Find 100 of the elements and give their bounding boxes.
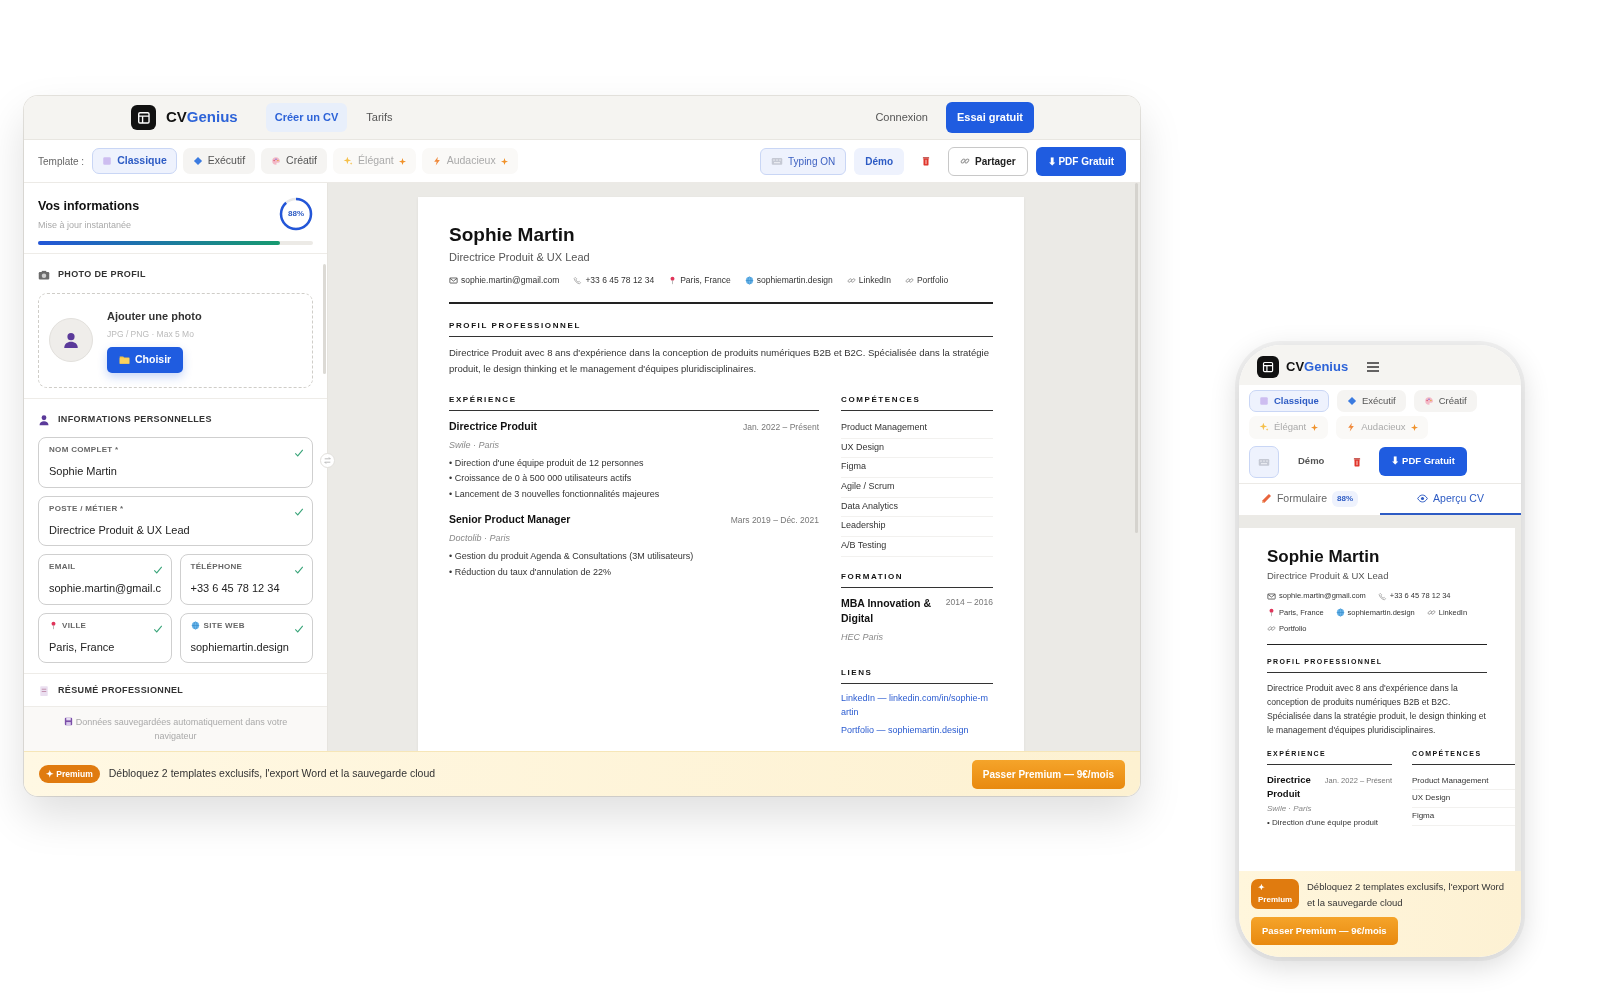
template-chip[interactable]: Exécutif: [182, 148, 256, 174]
job-title: Senior Product Manager: [449, 512, 571, 528]
brand-name: CVGenius: [1286, 358, 1349, 377]
upload-hint: JPG / PNG · Max 5 Mo: [107, 328, 195, 341]
photo-upload-area[interactable]: Ajouter une photo JPG / PNG · Max 5 Mo Choisir: [38, 292, 313, 388]
palette-icon: [271, 156, 282, 166]
section-heading: PROFIL PROFESSIONNEL: [449, 320, 993, 338]
contact-item: +33 6 45 78 12 34: [573, 274, 655, 288]
eye-icon: [1417, 493, 1429, 504]
link-icon: [904, 276, 914, 286]
trash-icon: [921, 156, 932, 166]
field-label: VILLE: [49, 619, 161, 632]
contact-item: LinkedIn: [846, 274, 891, 288]
degree-name: MBA Innovation & Digital: [841, 595, 933, 627]
template-chip[interactable]: Classique: [1249, 390, 1329, 413]
cv-link[interactable]: Portfolio — sophiemartin.design: [841, 723, 993, 738]
diamond-icon: [1346, 396, 1357, 407]
star-icon: [500, 157, 508, 165]
globe-icon: [190, 621, 200, 631]
template-chip[interactable]: Créatif: [261, 148, 328, 174]
section-heading: INFORMATIONS PERSONNELLES: [58, 412, 212, 426]
section-heading: RÉSUMÉ PROFESSIONNEL: [58, 684, 184, 698]
palette-icon: [1423, 396, 1434, 407]
panel-subtitle: Mise à jour instantanée: [38, 218, 133, 232]
demo-button[interactable]: Démo: [1287, 448, 1336, 475]
pdf-button[interactable]: ⬇ PDF Gratuit: [1035, 146, 1126, 176]
diamond-icon: [192, 156, 203, 166]
progress-ring: 88%: [279, 197, 313, 231]
contact-item: Paris, France: [668, 274, 731, 288]
skill-item: A/B Testing: [841, 537, 993, 557]
bullet-item: • Réduction du taux d'annulation de 22%: [449, 565, 612, 579]
nav-link[interactable]: Créer un CV: [265, 103, 348, 132]
nav-link[interactable]: Tarifs: [357, 103, 402, 132]
section-heading: COMPÉTENCES: [841, 393, 993, 411]
education-dates: 2014 – 2016: [945, 595, 993, 609]
tab[interactable]: Aperçu CV: [1380, 483, 1521, 515]
login-link[interactable]: Connexion: [875, 109, 928, 126]
sparkle-icon: [1259, 422, 1269, 433]
skill-item: Leadership: [841, 517, 993, 537]
template-chip[interactable]: Exécutif: [1336, 390, 1406, 413]
star-icon: [1311, 423, 1319, 431]
square-icon: [1259, 396, 1269, 407]
input-field[interactable]: TÉLÉPHONE +33 6 45 78 12 34: [179, 554, 313, 605]
skill-item: Product Management: [1412, 772, 1515, 791]
field-label: NOM COMPLET *: [49, 444, 120, 457]
upload-prompt: Ajouter une photo: [107, 308, 202, 324]
premium-message: Débloquez 2 templates exclusifs, l'export Word et la sauvegarde cloud: [1307, 880, 1505, 910]
template-chip[interactable]: Classique: [92, 148, 177, 174]
cv-job-title: Directrice Produit & UX Lead: [449, 249, 591, 265]
bullet-item: • Lancement de 3 nouvelles fonctionnalités majeures: [449, 487, 661, 501]
field-label: SITE WEB: [190, 619, 302, 632]
input-field[interactable]: NOM COMPLET * Sophie Martin: [38, 437, 313, 488]
job-dates: Mars 2019 – Déc. 2021: [730, 514, 819, 527]
input-field[interactable]: VILLE Paris, France: [38, 612, 172, 664]
autosave-note: Données sauvegardées automatiquement dans votre navigateur: [24, 706, 327, 751]
skill-item: Data Analytics: [841, 497, 993, 518]
link-icon: [1426, 607, 1436, 617]
keyboard-icon: [1258, 456, 1270, 469]
trial-button[interactable]: Essai gratuit: [945, 102, 1034, 133]
sparkle-icon: [343, 156, 354, 166]
logo-icon: [1257, 356, 1279, 378]
folder-icon: [119, 354, 130, 366]
job-dates: Jan. 2022 – Présent: [742, 420, 819, 434]
bullet-item: • Direction d'une équipe produit de 12 personnes: [449, 457, 645, 471]
bullet-item: • Croissance de 0 à 500 000 utilisateurs actifs: [449, 472, 633, 486]
skill-item: Agile / Scrum: [841, 477, 993, 498]
bullet-item: • Gestion du produit Agenda & Consultations (3M utilisateurs): [449, 550, 695, 564]
link-icon: [960, 156, 971, 166]
pencil-icon: [1260, 493, 1272, 504]
company-name: Swile · Paris: [449, 438, 500, 452]
link-icon: [846, 276, 856, 286]
cv-link[interactable]: LinkedIn — linkedin.com/in/sophie-martin: [841, 691, 993, 720]
section-heading: EXPÉRIENCE: [449, 393, 819, 411]
typing-toggle[interactable]: Typing ON: [760, 147, 847, 175]
premium-message: Débloquez 2 templates exclusifs, l'export Word et la sauvegarde cloud: [108, 766, 436, 782]
scrollbar[interactable]: [323, 264, 326, 375]
skill-item: Product Management: [841, 418, 993, 439]
choose-button[interactable]: Choisir: [107, 347, 184, 373]
person-icon: [62, 331, 80, 350]
demo-button[interactable]: Démo: [854, 147, 905, 175]
pdf-button[interactable]: ⬇ PDF Gratuit: [1379, 447, 1467, 476]
camera-icon: [38, 269, 50, 281]
cv-job-title: Directrice Produit & UX Lead: [1267, 569, 1390, 584]
bullet-item: • Direction d'une équipe produit: [1267, 817, 1380, 829]
contact-item: Portfolio: [904, 274, 949, 288]
tab[interactable]: Formulaire 88%: [1239, 483, 1380, 515]
globe-icon: [744, 276, 754, 286]
brand-name: CVGenius: [166, 107, 238, 128]
pin-icon: [1267, 607, 1276, 617]
profile-text: Directrice Produit avec 8 ans d'expérience dans la conception de produits numériques B2B et B2C. Spécialisée dans la stratégie produit, le design thinking et le management d'équipes pluridisciplinaires.: [449, 346, 990, 376]
template-chip[interactable]: Créatif: [1413, 390, 1477, 413]
input-field[interactable]: EMAIL sophie.martin@gmail.c: [38, 554, 172, 605]
share-button[interactable]: Partager: [948, 146, 1028, 176]
school-name: HEC Paris: [841, 631, 884, 645]
input-field[interactable]: POSTE / MÉTIER * Directrice Produit & UX Lead: [38, 495, 313, 547]
section-heading: FORMATION: [841, 570, 993, 588]
star-icon: [1410, 423, 1418, 431]
skill-item: UX Design: [841, 438, 993, 459]
typing-toggle[interactable]: [1249, 445, 1279, 478]
input-field[interactable]: SITE WEB sophiemartin.design: [179, 612, 313, 664]
